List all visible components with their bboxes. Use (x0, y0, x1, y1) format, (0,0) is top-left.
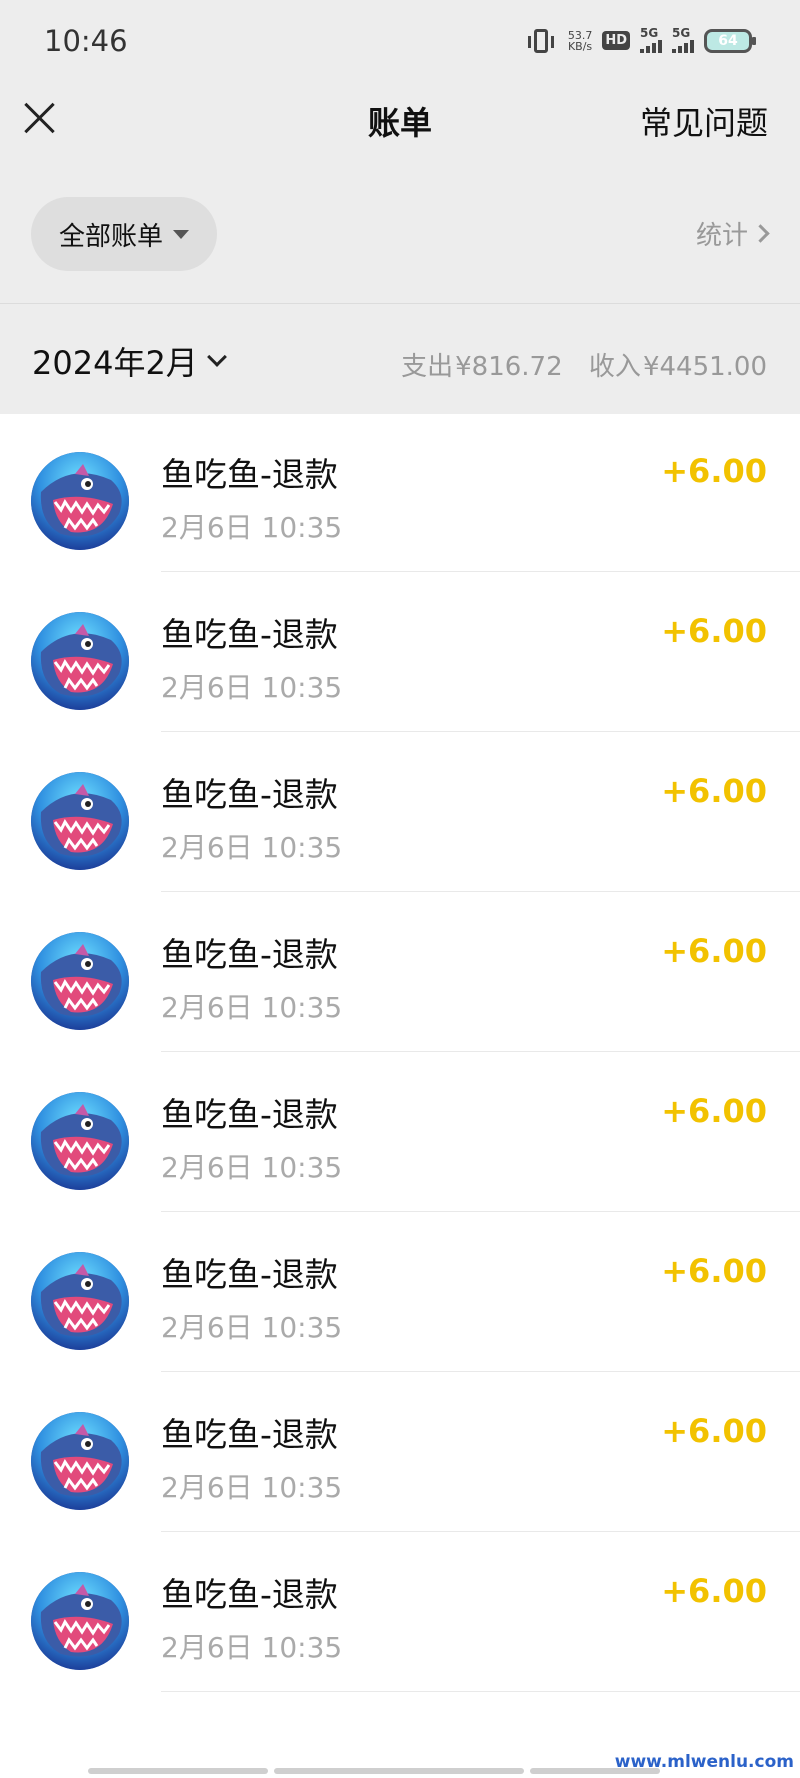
network-speed: 53.7 KB/s (568, 30, 593, 52)
network-speed-unit: KB/s (567, 39, 593, 53)
transaction-amount: +6.00 (661, 1252, 767, 1290)
status-icons: 53.7 KB/s HD 5G 5G 64 (527, 26, 756, 53)
transaction-row[interactable]: 鱼吃鱼-退款 2月6日 10:35 +6.00 (0, 1532, 800, 1692)
hd-icon: HD (602, 31, 630, 50)
merchant-avatar (31, 1252, 129, 1350)
transaction-name: 鱼吃鱼-退款 (161, 615, 338, 654)
month-selector[interactable]: 2024年2月 (32, 338, 227, 384)
clock: 10:46 (44, 24, 128, 58)
transaction-name: 鱼吃鱼-退款 (161, 935, 338, 974)
expense-summary: 支出¥816.72 (401, 352, 563, 382)
transaction-name: 鱼吃鱼-退款 (161, 1575, 338, 1614)
transaction-amount: +6.00 (661, 932, 767, 970)
transaction-row[interactable]: 鱼吃鱼-退款 2月6日 10:35 +6.00 (0, 1372, 800, 1532)
signal-icon-sim1: 5G (640, 26, 662, 53)
bill-filter-label: 全部账单 (58, 221, 163, 252)
transaction-row[interactable]: 鱼吃鱼-退款 2月6日 10:35 +6.00 (0, 1052, 800, 1212)
header-panel: 10:46 53.7 KB/s HD 5G 5G 64 账单 常见问题 全部账单 (0, 0, 800, 414)
transaction-amount: +6.00 (661, 612, 767, 650)
transaction-row[interactable]: 鱼吃鱼-退款 2月6日 10:35 +6.00 (0, 1212, 800, 1372)
stats-button[interactable]: 统计 (695, 215, 770, 252)
month-bar: 2024年2月 支出¥816.72 收入¥4451.00 (0, 304, 800, 414)
transaction-amount: +6.00 (661, 1412, 767, 1450)
transaction-name: 鱼吃鱼-退款 (161, 1095, 338, 1134)
title-bar: 账单 常见问题 (0, 84, 800, 156)
merchant-avatar (31, 452, 129, 550)
transaction-amount: +6.00 (661, 1092, 767, 1130)
transaction-date: 2月6日 10:35 (161, 671, 343, 704)
transaction-date: 2月6日 10:35 (161, 1471, 343, 1504)
transaction-row[interactable]: 鱼吃鱼-退款 2月6日 10:35 +6.00 (0, 732, 800, 892)
home-indicator (88, 1768, 660, 1774)
transaction-amount: +6.00 (661, 772, 767, 810)
transaction-name: 鱼吃鱼-退款 (161, 455, 338, 494)
merchant-avatar (31, 1572, 129, 1670)
transaction-row[interactable]: 鱼吃鱼-退款 2月6日 10:35 +6.00 (0, 892, 800, 1052)
vibrate-icon (527, 28, 554, 53)
caret-down-icon (173, 229, 189, 239)
merchant-avatar (31, 1092, 129, 1190)
transaction-date: 2月6日 10:35 (161, 991, 343, 1024)
signal-icon-sim2: 5G (672, 26, 694, 53)
bill-filter-dropdown[interactable]: 全部账单 (31, 197, 217, 271)
transaction-date: 2月6日 10:35 (161, 831, 343, 864)
transaction-amount: +6.00 (661, 452, 767, 490)
faq-button[interactable]: 常见问题 (640, 98, 768, 144)
transaction-name: 鱼吃鱼-退款 (161, 1415, 338, 1454)
merchant-avatar (31, 612, 129, 710)
filter-row: 全部账单 统计 (0, 197, 800, 271)
transaction-amount: +6.00 (661, 1572, 767, 1610)
merchant-avatar (31, 1412, 129, 1510)
month-label: 2024年2月 (32, 344, 198, 382)
transaction-row[interactable]: 鱼吃鱼-退款 2月6日 10:35 +6.00 (0, 412, 800, 572)
status-bar: 10:46 53.7 KB/s HD 5G 5G 64 (0, 0, 800, 84)
income-summary: 收入¥4451.00 (588, 352, 767, 382)
month-summary: 支出¥816.72 收入¥4451.00 (401, 346, 767, 383)
transaction-row[interactable]: 鱼吃鱼-退款 2月6日 10:35 +6.00 (0, 572, 800, 732)
transaction-name: 鱼吃鱼-退款 (161, 775, 338, 814)
watermark: www.mlwenlu.com (614, 1752, 794, 1772)
merchant-avatar (31, 772, 129, 870)
merchant-avatar (31, 932, 129, 1030)
battery-icon: 64 (704, 28, 756, 53)
transaction-date: 2月6日 10:35 (161, 1151, 343, 1184)
stats-label: 统计 (695, 221, 748, 251)
transaction-list: 鱼吃鱼-退款 2月6日 10:35 鱼吃鱼-退款 2月6日 10:35 +6.0… (0, 254, 800, 1692)
transaction-date: 2月6日 10:35 (161, 1631, 343, 1664)
chevron-down-icon (206, 347, 227, 367)
chevron-right-icon (751, 224, 770, 243)
transaction-date: 2月6日 10:35 (161, 511, 343, 544)
transaction-name: 鱼吃鱼-退款 (161, 1255, 338, 1294)
transaction-date: 2月6日 10:35 (161, 1311, 343, 1344)
